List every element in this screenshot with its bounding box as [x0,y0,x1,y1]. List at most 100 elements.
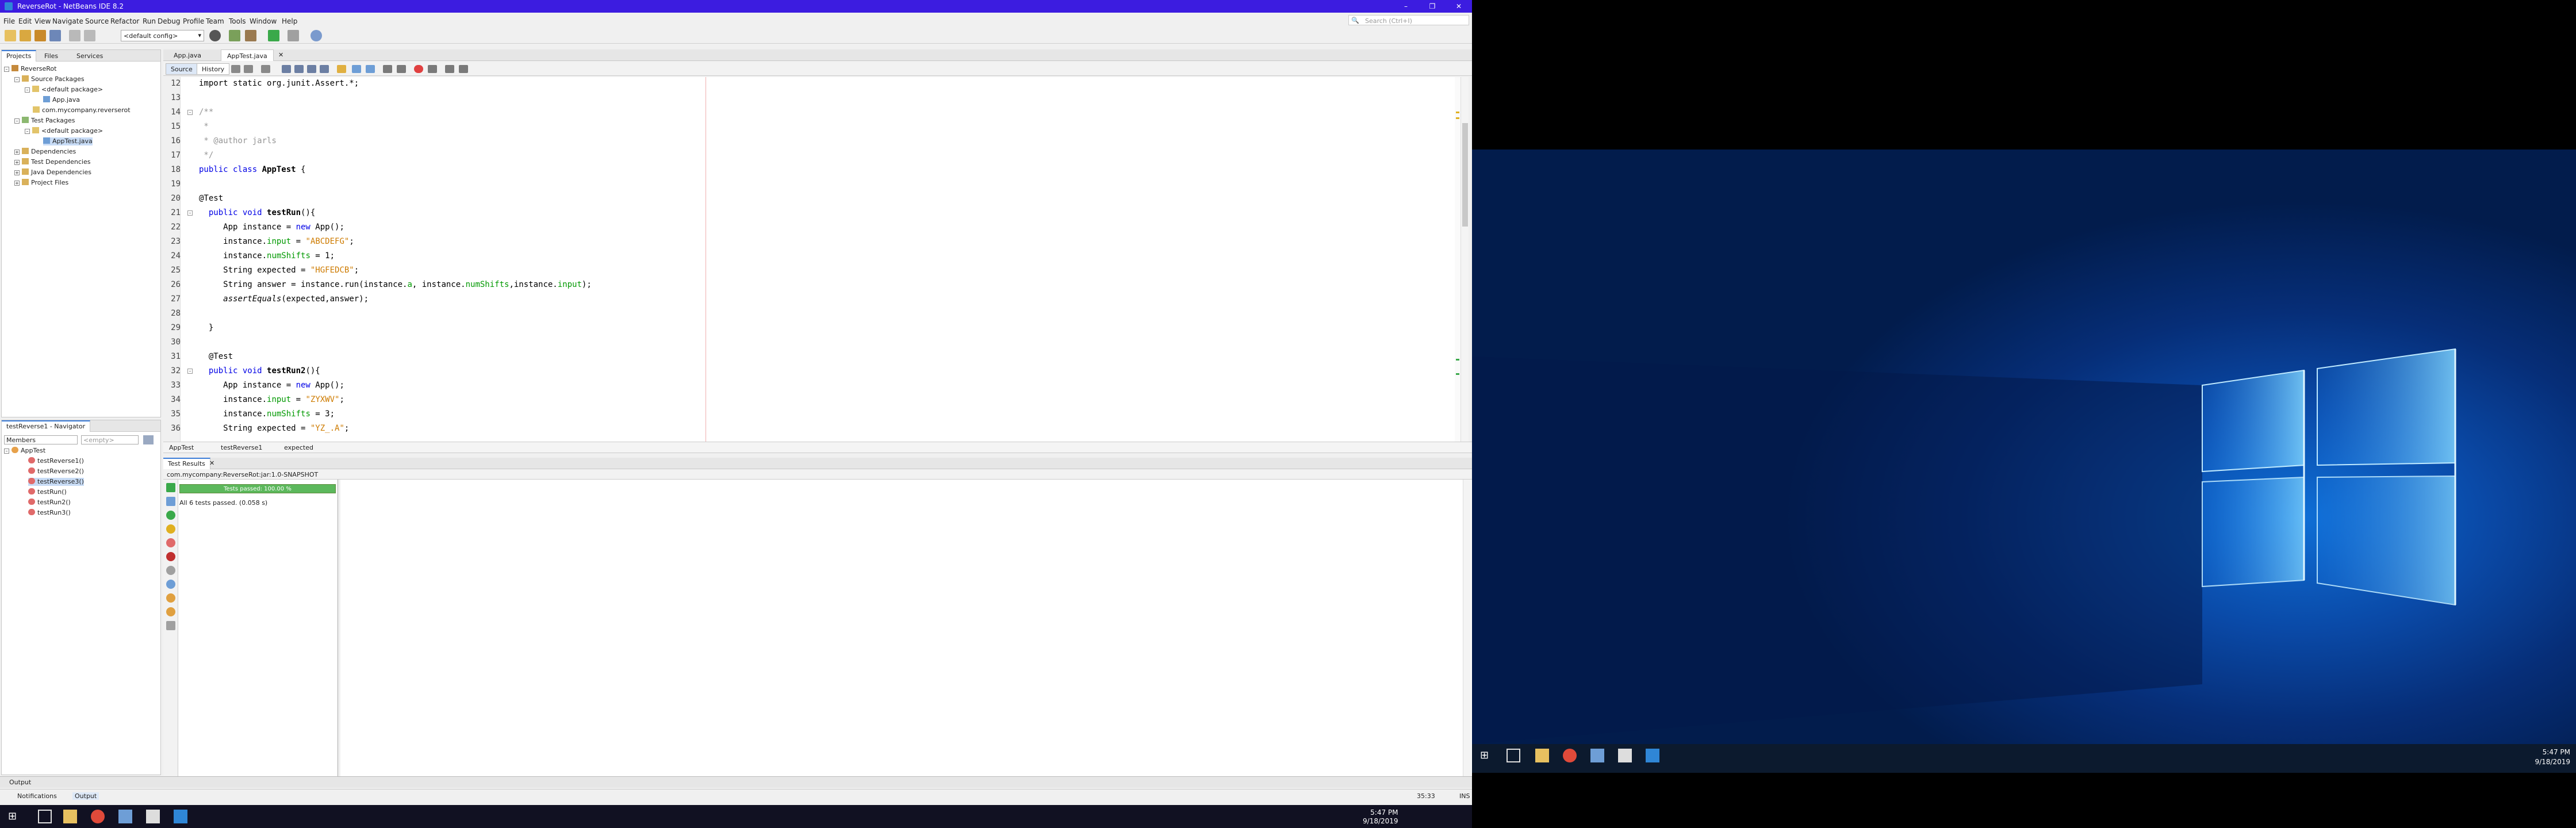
nav-method[interactable]: testReverse2() [28,467,84,476]
code-line[interactable]: 29 } [163,321,911,336]
code-line[interactable]: 22 App instance = new App(); [163,221,911,235]
stop-macro-icon[interactable] [414,65,423,73]
code-line[interactable]: 26 String answer = instance.run(instance… [163,278,911,293]
code-line[interactable]: 28 [163,307,911,321]
tree-item-default-package[interactable]: – <default package> [25,86,103,94]
minimize-icon[interactable]: – [1393,0,1419,13]
rerun-icon[interactable] [166,483,175,492]
collapse-icon[interactable]: – [14,77,20,82]
test-session-tab[interactable]: com.mycompany:ReverseRot:jar:1.0-SNAPSHO… [167,471,318,478]
code-line[interactable]: 24 instance.numShifts = 1; [163,250,911,264]
tree-item-dependencies[interactable]: + Dependencies [14,148,76,156]
tree-item-com-package[interactable]: com.mycompany.reverserot [33,106,131,114]
menu-debug[interactable]: Debug [158,17,180,25]
nav-method[interactable]: testRun3() [28,509,71,517]
nav-class-apptest[interactable]: – AppTest [4,447,45,455]
start-icon[interactable]: ⊞ [1480,749,1494,762]
code-line[interactable]: 30 [163,336,911,350]
find-prev-icon[interactable] [294,65,304,73]
menu-profile[interactable]: Profile [183,17,204,25]
search-input[interactable]: 🔍 Search (Ctrl+I) [1348,15,1469,25]
expand-icon[interactable]: + [14,150,20,155]
clock-left[interactable]: 5:47 PM 9/18/2019 [1363,808,1398,826]
terminal-icon[interactable] [1618,749,1632,762]
close-tab-icon[interactable]: ✕ [209,459,214,467]
shift-right-icon[interactable] [397,65,406,73]
chrome-icon[interactable] [1563,749,1577,762]
show-skipped-icon[interactable] [166,580,175,589]
chrome-icon[interactable] [91,810,105,823]
file-explorer-icon[interactable] [1535,749,1549,762]
tree-item-java-dependencies[interactable]: + Java Dependencies [14,168,91,177]
code-line[interactable]: 25 String expected = "HGFEDCB"; [163,264,911,278]
netbeans-icon[interactable] [118,810,132,823]
change-marker[interactable] [1456,359,1459,361]
breadcrumb-class[interactable]: AppTest [169,444,194,451]
file-explorer-icon[interactable] [63,810,77,823]
menu-refactor[interactable]: Refactor [110,17,139,25]
start-icon[interactable]: ⊞ [8,810,22,823]
find-next-icon[interactable] [307,65,316,73]
collapse-icon[interactable]: – [14,118,20,124]
last-edit-icon[interactable] [231,65,240,73]
navigator-options-icon[interactable] [143,435,154,444]
code-line[interactable]: 19 [163,178,911,192]
test-summary[interactable]: All 6 tests passed. (0.058 s) [179,499,267,507]
collapse-icon[interactable]: – [4,67,9,72]
show-passed-icon[interactable] [166,511,175,520]
netbeans-icon[interactable] [1590,749,1604,762]
code-line[interactable]: 23 instance.input = "ABCDEFG"; [163,235,911,250]
app-icon[interactable] [174,810,187,823]
back-icon[interactable] [244,65,253,73]
save-all-icon[interactable] [49,30,61,41]
tree-item-app-java[interactable]: App.java [43,96,80,104]
new-project-icon[interactable] [20,30,31,41]
clean-build-icon[interactable] [245,30,256,41]
task-view-icon[interactable] [38,810,52,823]
uncomment-icon[interactable] [459,65,468,73]
code-line[interactable]: 20 @Test [163,192,911,206]
history-button[interactable]: History [197,63,230,75]
fold-icon[interactable]: – [187,369,193,374]
menu-run[interactable]: Run [143,17,156,25]
tree-item-reverserot[interactable]: – ReverseRot [4,65,56,73]
undo-icon[interactable] [69,30,80,41]
code-line[interactable]: 33 App instance = new App(); [163,379,911,393]
editor-scrollbar[interactable] [1460,77,1469,442]
members-select[interactable]: Members [4,435,78,444]
new-file-icon[interactable] [5,30,16,41]
nav-method[interactable]: testReverse3() [28,478,84,486]
prev-bookmark-icon[interactable] [352,65,361,73]
shift-left-icon[interactable] [383,65,392,73]
code-line[interactable]: 32 – public void testRun2(){ [163,365,911,379]
tab-test-results[interactable]: Test Results [163,458,210,469]
menu-source[interactable]: Source [85,17,109,25]
record-macro-icon[interactable] [428,65,437,73]
menu-edit[interactable]: Edit [18,17,32,25]
expand-icon[interactable]: + [14,170,20,175]
test-output-scrollbar[interactable] [1463,480,1471,776]
build-config-icon[interactable] [209,30,221,41]
task-view-icon[interactable] [1506,749,1520,762]
tab-app-java[interactable]: App.java [168,49,207,61]
navigator-title[interactable]: testReverse1 - Navigator [2,420,91,432]
comment-icon[interactable] [445,65,454,73]
menu-navigate[interactable]: Navigate [52,17,83,25]
tree-item-test-packages[interactable]: – Test Packages [14,117,75,125]
show-warnings-icon[interactable] [166,524,175,534]
code-line[interactable]: 13 [163,91,911,106]
app-icon[interactable] [1646,749,1659,762]
tab-apptest-java[interactable]: AppTest.java [221,49,274,61]
debug-icon[interactable] [288,30,299,41]
code-line[interactable]: 16 * @author jarls [163,135,911,149]
fold-icon[interactable]: – [187,210,193,216]
nav-method[interactable]: testReverse1() [28,457,84,465]
code-line[interactable]: 17 */ [163,149,911,163]
show-failures-icon[interactable] [166,538,175,547]
menu-file[interactable]: File [3,17,15,25]
warning-marker[interactable] [1456,112,1459,113]
expand-icon[interactable]: + [14,181,20,186]
code-line[interactable]: 36 String expected = "YZ_.A"; [163,422,911,436]
tree-item-source-packages[interactable]: – Source Packages [14,75,85,83]
warning-marker[interactable] [1456,117,1459,119]
